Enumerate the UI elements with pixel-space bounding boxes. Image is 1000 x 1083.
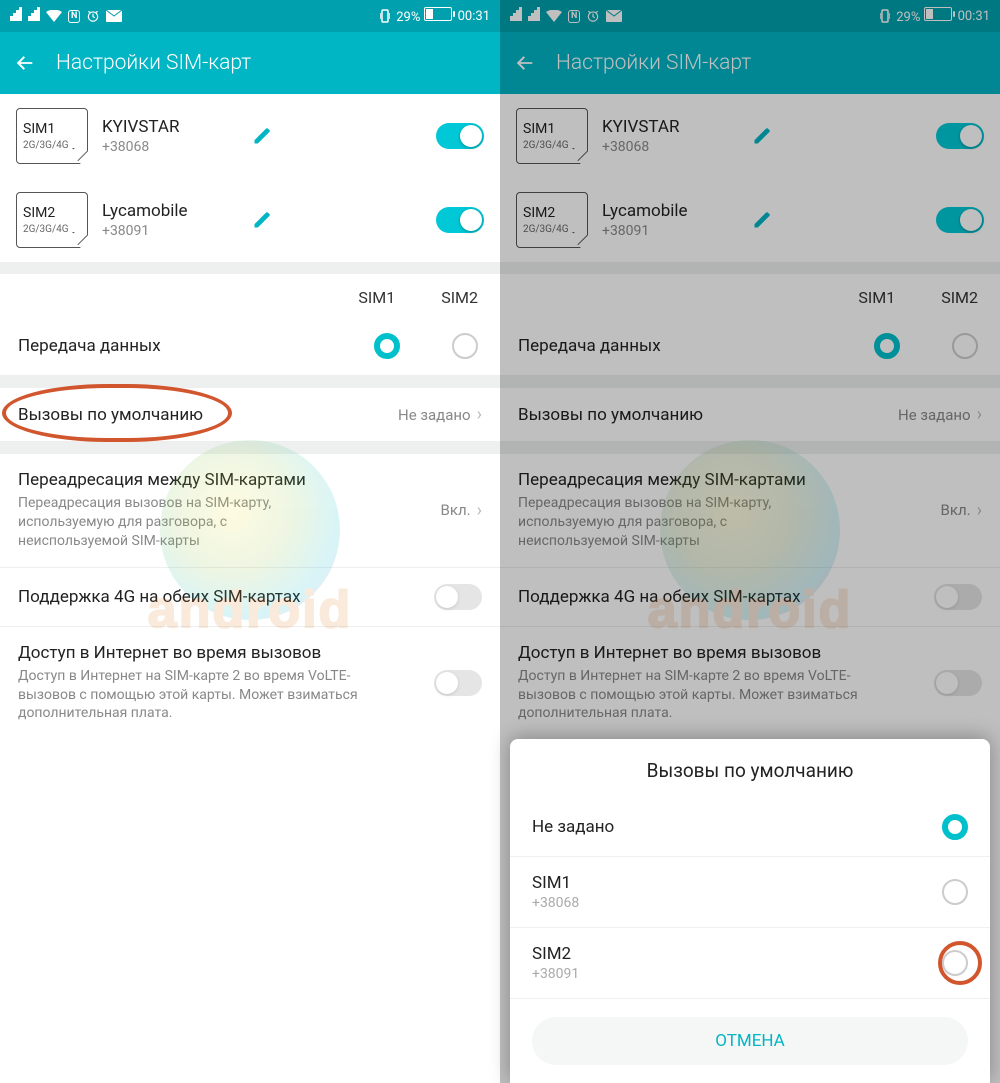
sim-row-2[interactable]: SIM2 2G/3G/4G Lycamobile +38091: [0, 178, 500, 262]
radio-unselected[interactable]: [942, 879, 968, 905]
status-bar: N 29% 00:31: [500, 0, 1000, 32]
edit-icon[interactable]: [252, 126, 272, 146]
sheet-title: Вызовы по умолчанию: [510, 739, 990, 798]
battery-percent: 29%: [396, 10, 420, 25]
battery-icon: 29%: [396, 7, 451, 25]
battery-icon: 29%: [896, 7, 951, 25]
mail-icon: [606, 10, 622, 22]
sim-number: +38068: [102, 139, 238, 155]
phone-left: android N 29% 00:31 Настройки SIM-карт S…: [0, 0, 500, 1083]
edit-icon[interactable]: [752, 210, 772, 230]
sim-card-icon: SIM12G/3G/4G: [516, 108, 588, 164]
row-4g-support[interactable]: Поддержка 4G на обеих SIM-картах: [500, 568, 1000, 627]
radio-sim1[interactable]: [374, 333, 400, 359]
toggle-internet[interactable]: [934, 670, 982, 696]
radio-sim2[interactable]: [952, 333, 978, 359]
sim-row-2[interactable]: SIM22G/3G/4G Lycamobile +38091: [500, 178, 1000, 262]
mail-icon: [106, 10, 122, 22]
alarm-icon: [86, 9, 100, 23]
sim-number: +38091: [102, 223, 238, 239]
row-4g-support[interactable]: Поддержка 4G на обеих SIM-картах: [0, 568, 500, 627]
row-forwarding[interactable]: Переадресация между SIM-картами Переадре…: [500, 454, 1000, 568]
divider: [0, 262, 500, 274]
row-data-transfer[interactable]: Передача данных: [0, 317, 500, 376]
wifi-icon: [46, 10, 62, 22]
vibrate-icon: [380, 9, 390, 23]
sheet-option-sim1[interactable]: SIM1 +38068: [510, 857, 990, 928]
sim-row-1[interactable]: SIM12G/3G/4G KYIVSTAR +38068: [500, 94, 1000, 178]
sim-name: Lycamobile: [102, 201, 238, 221]
column-headers: SIM1SIM2: [500, 274, 1000, 317]
nfc-icon: N: [568, 10, 580, 23]
header: Настройки SIM-карт: [500, 32, 1000, 94]
chevron-right-icon: ›: [977, 404, 982, 425]
sim-card-icon: SIM2 2G/3G/4G: [16, 192, 88, 248]
edit-icon[interactable]: [752, 126, 772, 146]
signal-icon-2: [28, 7, 40, 25]
default-calls-sheet: Вызовы по умолчанию Не задано SIM1 +3806…: [510, 739, 990, 1083]
radio-sim2[interactable]: [452, 333, 478, 359]
radio-sim1[interactable]: [874, 333, 900, 359]
sim-row-1[interactable]: SIM1 2G/3G/4G KYIVSTAR +38068: [0, 94, 500, 178]
back-icon[interactable]: [514, 52, 536, 74]
divider: [0, 376, 500, 388]
signal-icon: [510, 7, 522, 25]
sim-toggle[interactable]: [436, 207, 484, 233]
cancel-button[interactable]: ОТМЕНА: [532, 1017, 968, 1065]
divider: [0, 442, 500, 454]
nfc-icon: N: [68, 10, 80, 23]
page-title: Настройки SIM-карт: [556, 51, 751, 75]
radio-unselected[interactable]: [942, 950, 968, 976]
chevron-right-icon: ›: [977, 500, 982, 521]
chevron-right-icon: ›: [477, 404, 482, 425]
vibrate-icon: [880, 9, 890, 23]
signal-icon: [10, 7, 22, 25]
back-icon[interactable]: [14, 52, 36, 74]
sim-toggle[interactable]: [436, 123, 484, 149]
sheet-option-not-set[interactable]: Не задано: [510, 798, 990, 857]
clock-text: 00:31: [458, 9, 490, 24]
row-forwarding[interactable]: Переадресация между SIM-картами Переадре…: [0, 454, 500, 568]
header: Настройки SIM-карт: [0, 32, 500, 94]
radio-selected[interactable]: [942, 814, 968, 840]
row-internet-during-call[interactable]: Доступ в Интернет во время вызовов Досту…: [0, 627, 500, 740]
row-data-transfer[interactable]: Передача данных: [500, 317, 1000, 376]
row-default-calls[interactable]: Вызовы по умолчанию Не задано ›: [500, 388, 1000, 442]
toggle-4g[interactable]: [934, 584, 982, 610]
sim-name: KYIVSTAR: [102, 117, 238, 137]
sim-toggle[interactable]: [936, 207, 984, 233]
alarm-icon: [586, 9, 600, 23]
battery-percent: 29%: [896, 10, 920, 25]
signal-icon-2: [528, 7, 540, 25]
edit-icon[interactable]: [252, 210, 272, 230]
status-bar: N 29% 00:31: [0, 0, 500, 32]
clock-text: 00:31: [958, 9, 990, 24]
phone-right: android N 29% 00:31 Настройки SIM-карт S…: [500, 0, 1000, 1083]
row-internet-during-call[interactable]: Доступ в Интернет во время вызовов Досту…: [500, 627, 1000, 740]
wifi-icon: [546, 10, 562, 22]
column-headers: SIM1 SIM2: [0, 274, 500, 317]
sim-toggle[interactable]: [936, 123, 984, 149]
page-title: Настройки SIM-карт: [56, 51, 251, 75]
sim-card-icon: SIM22G/3G/4G: [516, 192, 588, 248]
row-default-calls[interactable]: Вызовы по умолчанию Не задано ›: [0, 388, 500, 442]
toggle-4g[interactable]: [434, 584, 482, 610]
chevron-right-icon: ›: [477, 500, 482, 521]
sim-card-icon: SIM1 2G/3G/4G: [16, 108, 88, 164]
sheet-option-sim2[interactable]: SIM2 +38091: [510, 928, 990, 999]
toggle-internet[interactable]: [434, 670, 482, 696]
